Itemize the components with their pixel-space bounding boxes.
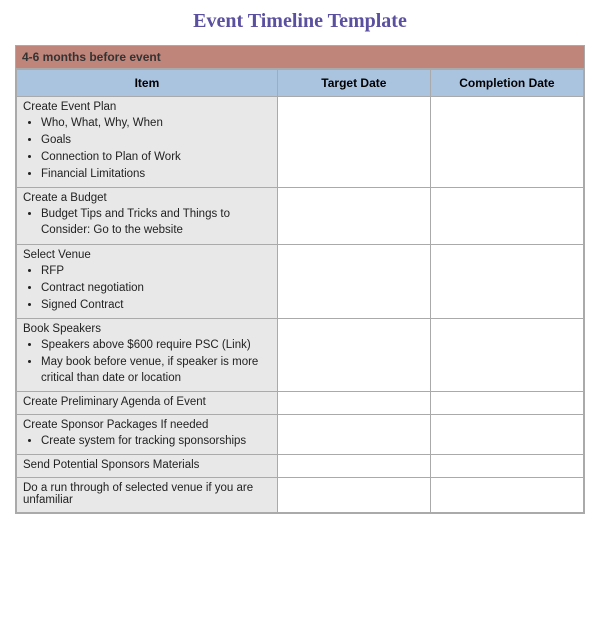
completion-date-cell <box>430 415 583 455</box>
table-row: Select Venue RFPContract negotiationSigne… <box>17 244 584 318</box>
table-row: Send Potential Sponsors Materials <box>17 455 584 478</box>
completion-date-cell <box>430 188 583 244</box>
bullet-item: Create system for tracking sponsorships <box>41 433 271 449</box>
item-cell: Book Speakers Speakers above $600 require… <box>17 318 278 391</box>
target-date-cell <box>277 478 430 513</box>
table-row: Create Event Plan Who, What, Why, WhenGoa… <box>17 97 584 188</box>
bullet-item: Budget Tips and Tricks and Things to Con… <box>41 206 271 238</box>
target-date-cell <box>277 318 430 391</box>
item-cell: Do a run through of selected venue if yo… <box>17 478 278 513</box>
bullet-item: Contract negotiation <box>41 280 271 296</box>
item-title: Create Sponsor Packages If needed <box>23 419 271 431</box>
item-title: Do a run through of selected venue if yo… <box>23 482 271 506</box>
col-header-completion-date: Completion Date <box>430 70 583 97</box>
bullet-item: Connection to Plan of Work <box>41 149 271 165</box>
table-row: Do a run through of selected venue if yo… <box>17 478 584 513</box>
target-date-cell <box>277 97 430 188</box>
col-header-item: Item <box>17 70 278 97</box>
page-title: Event Timeline Template <box>15 10 585 33</box>
section-header: 4-6 months before event <box>16 46 584 69</box>
table-row: Create Preliminary Agenda of Event <box>17 392 584 415</box>
bullet-item: Financial Limitations <box>41 166 271 182</box>
item-cell: Send Potential Sponsors Materials <box>17 455 278 478</box>
completion-date-cell <box>430 244 583 318</box>
table-row: Create Sponsor Packages If needed Create … <box>17 415 584 455</box>
target-date-cell <box>277 392 430 415</box>
item-cell: Create Sponsor Packages If needed Create … <box>17 415 278 455</box>
table-row: Create a Budget Budget Tips and Tricks an… <box>17 188 584 244</box>
target-date-cell <box>277 188 430 244</box>
bullet-item: Goals <box>41 132 271 148</box>
completion-date-cell <box>430 392 583 415</box>
bullet-item: Speakers above $600 require PSC (Link) <box>41 337 271 353</box>
bullet-item: May book before venue, if speaker is mor… <box>41 354 271 386</box>
item-cell: Create Event Plan Who, What, Why, WhenGoa… <box>17 97 278 188</box>
item-title: Select Venue <box>23 249 271 261</box>
item-title: Send Potential Sponsors Materials <box>23 459 271 471</box>
table-row: Book Speakers Speakers above $600 require… <box>17 318 584 391</box>
timeline-table: 4-6 months before event Item Target Date… <box>15 45 585 514</box>
bullet-list: Who, What, Why, WhenGoalsConnection to P… <box>23 115 271 182</box>
completion-date-cell <box>430 318 583 391</box>
item-cell: Select Venue RFPContract negotiationSigne… <box>17 244 278 318</box>
item-title: Create a Budget <box>23 192 271 204</box>
bullet-list: Budget Tips and Tricks and Things to Con… <box>23 206 271 238</box>
item-title: Book Speakers <box>23 323 271 335</box>
item-cell: Create Preliminary Agenda of Event <box>17 392 278 415</box>
item-title: Create Preliminary Agenda of Event <box>23 396 271 408</box>
bullet-item: Signed Contract <box>41 297 271 313</box>
col-header-target-date: Target Date <box>277 70 430 97</box>
bullet-list: Speakers above $600 require PSC (Link)Ma… <box>23 337 271 386</box>
bullet-list: Create system for tracking sponsorships <box>23 433 271 449</box>
completion-date-cell <box>430 97 583 188</box>
bullet-item: RFP <box>41 263 271 279</box>
item-cell: Create a Budget Budget Tips and Tricks an… <box>17 188 278 244</box>
target-date-cell <box>277 455 430 478</box>
bullet-list: RFPContract negotiationSigned Contract <box>23 263 271 313</box>
completion-date-cell <box>430 455 583 478</box>
bullet-item: Who, What, Why, When <box>41 115 271 131</box>
item-title: Create Event Plan <box>23 101 271 113</box>
target-date-cell <box>277 415 430 455</box>
completion-date-cell <box>430 478 583 513</box>
target-date-cell <box>277 244 430 318</box>
